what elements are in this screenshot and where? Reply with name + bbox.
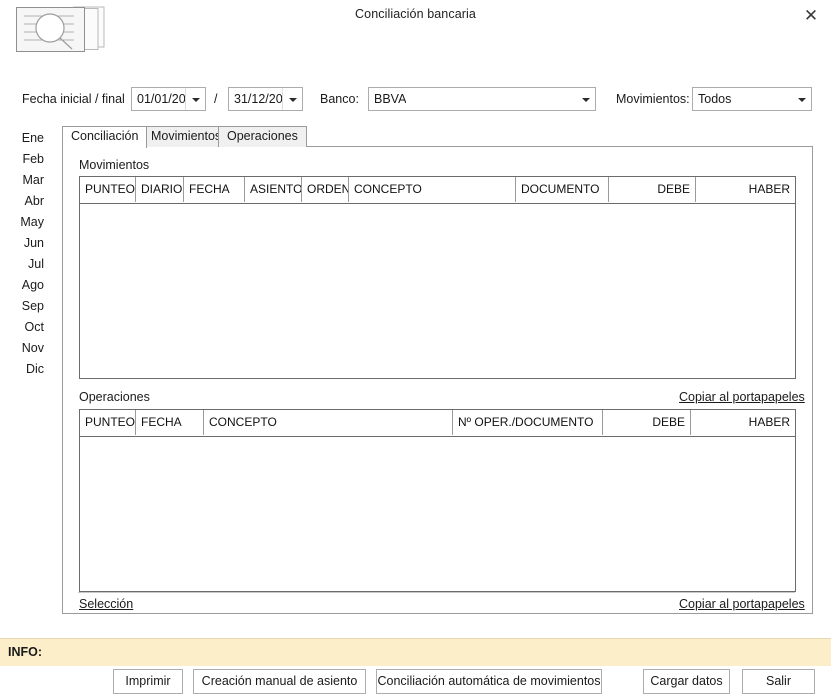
tab-panel: Movimientos PUNTEO DIARIO FECHA ASIENTO … bbox=[62, 146, 813, 614]
movements-filter-select[interactable]: Todos bbox=[692, 87, 812, 111]
tab-movimientos[interactable]: Movimientos bbox=[142, 126, 231, 147]
footer-bar: Imprimir Creación manual de asiento Conc… bbox=[0, 666, 831, 697]
col-op-numero-documento[interactable]: Nº OPER./DOCUMENTO bbox=[453, 410, 603, 435]
copy-operations-link[interactable]: Copiar al portapapeles bbox=[679, 390, 805, 404]
col-fecha[interactable]: FECHA bbox=[184, 177, 245, 202]
month-item-dic[interactable]: Dic bbox=[0, 359, 44, 380]
col-punteo[interactable]: PUNTEO bbox=[80, 177, 136, 202]
col-haber[interactable]: HABER bbox=[696, 177, 795, 202]
selection-link[interactable]: Selección bbox=[79, 597, 133, 611]
chevron-down-icon[interactable] bbox=[282, 88, 302, 110]
col-op-haber[interactable]: HABER bbox=[691, 410, 795, 435]
col-orden[interactable]: ORDEN bbox=[302, 177, 349, 202]
movements-grid: PUNTEO DIARIO FECHA ASIENTO ORDEN CONCEP… bbox=[79, 176, 796, 379]
filter-bar: Fecha inicial / final 01/01/20XX / 31/12… bbox=[0, 86, 831, 114]
month-item-jun[interactable]: Jun bbox=[0, 233, 44, 254]
manual-entry-button[interactable]: Creación manual de asiento bbox=[193, 669, 366, 694]
date-to-input[interactable]: 31/12/20XX bbox=[228, 87, 303, 111]
exit-button[interactable]: Salir bbox=[742, 669, 815, 694]
col-op-concepto[interactable]: CONCEPTO bbox=[204, 410, 453, 435]
operations-grid-header: PUNTEO FECHA CONCEPTO Nº OPER./DOCUMENTO… bbox=[80, 410, 795, 437]
info-label: INFO: bbox=[8, 645, 43, 659]
info-bar: INFO: bbox=[0, 638, 831, 667]
title-bar: Conciliación bancaria ✕ bbox=[0, 0, 831, 74]
date-from-input[interactable]: 01/01/20XX bbox=[131, 87, 206, 111]
col-op-punteo[interactable]: PUNTEO bbox=[80, 410, 136, 435]
col-debe[interactable]: DEBE bbox=[609, 177, 696, 202]
chevron-down-icon[interactable] bbox=[576, 88, 595, 110]
col-concepto[interactable]: CONCEPTO bbox=[349, 177, 516, 202]
chevron-down-icon[interactable] bbox=[792, 88, 811, 110]
window-title: Conciliación bancaria bbox=[355, 7, 476, 21]
col-documento[interactable]: DOCUMENTO bbox=[516, 177, 609, 202]
operations-grid-body[interactable] bbox=[80, 437, 795, 591]
bank-label: Banco: bbox=[320, 92, 359, 106]
col-op-fecha[interactable]: FECHA bbox=[136, 410, 204, 435]
month-item-oct[interactable]: Oct bbox=[0, 317, 44, 338]
month-item-sep[interactable]: Sep bbox=[0, 296, 44, 317]
print-button[interactable]: Imprimir bbox=[113, 669, 183, 694]
movements-grid-body[interactable] bbox=[80, 204, 795, 378]
chevron-down-icon[interactable] bbox=[185, 88, 205, 110]
operations-grid: PUNTEO FECHA CONCEPTO Nº OPER./DOCUMENTO… bbox=[79, 409, 796, 592]
tab-conciliacion[interactable]: Conciliación bbox=[62, 126, 148, 148]
col-asiento[interactable]: ASIENTO bbox=[245, 177, 302, 202]
tab-operaciones[interactable]: Operaciones bbox=[218, 126, 307, 147]
bottom-divider bbox=[78, 592, 795, 593]
load-data-button[interactable]: Cargar datos bbox=[643, 669, 730, 694]
date-range-label: Fecha inicial / final bbox=[22, 92, 125, 106]
month-item-mar[interactable]: Mar bbox=[0, 170, 44, 191]
date-separator: / bbox=[214, 92, 218, 106]
movements-section-label: Movimientos bbox=[79, 158, 150, 172]
movements-grid-header: PUNTEO DIARIO FECHA ASIENTO ORDEN CONCEP… bbox=[80, 177, 795, 204]
month-item-ago[interactable]: Ago bbox=[0, 275, 44, 296]
col-diario[interactable]: DIARIO bbox=[136, 177, 184, 202]
col-op-debe[interactable]: DEBE bbox=[603, 410, 691, 435]
month-rail: Ene Feb Mar Abr May Jun Jul Ago Sep Oct … bbox=[0, 128, 56, 380]
bank-value: BBVA bbox=[374, 92, 407, 106]
movements-filter-label: Movimientos: bbox=[616, 92, 690, 106]
bank-select[interactable]: BBVA bbox=[368, 87, 596, 111]
month-item-abr[interactable]: Abr bbox=[0, 191, 44, 212]
movements-filter-value: Todos bbox=[698, 92, 732, 106]
operations-section-label: Operaciones bbox=[79, 390, 150, 404]
month-item-jul[interactable]: Jul bbox=[0, 254, 44, 275]
close-icon[interactable]: ✕ bbox=[797, 3, 825, 29]
copy-selection-link[interactable]: Copiar al portapapeles bbox=[679, 597, 805, 611]
month-item-nov[interactable]: Nov bbox=[0, 338, 44, 359]
tab-strip: Conciliación Movimientos Operaciones bbox=[62, 126, 813, 148]
month-item-feb[interactable]: Feb bbox=[0, 149, 44, 170]
auto-reconcile-button[interactable]: Conciliación automática de movimientos bbox=[376, 669, 602, 694]
month-item-may[interactable]: May bbox=[0, 212, 44, 233]
month-item-ene[interactable]: Ene bbox=[0, 128, 44, 149]
